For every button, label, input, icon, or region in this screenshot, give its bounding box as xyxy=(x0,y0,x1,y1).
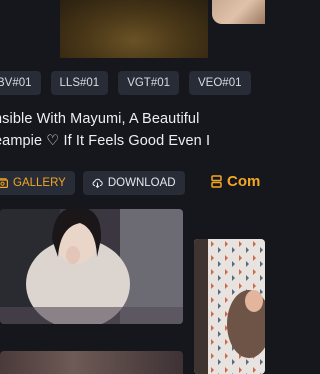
tag-chip[interactable]: LLS#01 xyxy=(50,71,109,95)
video-thumbnail[interactable] xyxy=(194,239,265,374)
download-button[interactable]: DOWNLOAD xyxy=(82,171,185,195)
cloud-download-icon xyxy=(92,178,103,188)
comments-icon xyxy=(211,175,222,188)
thumbnail-image xyxy=(194,239,265,374)
gallery-button-label: GALLERY xyxy=(13,177,66,189)
video-title: nsible With Mayumi, A Beautiful eampie ♡… xyxy=(0,108,265,152)
gallery-button[interactable]: GALLERY xyxy=(0,171,75,195)
video-title-line: nsible With Mayumi, A Beautiful xyxy=(0,111,200,127)
video-thumbnail[interactable] xyxy=(0,351,183,374)
gallery-icon xyxy=(0,178,8,188)
tag-chip[interactable]: BV#01 xyxy=(0,71,41,95)
tag-chip[interactable]: VEO#01 xyxy=(189,71,251,95)
tag-list: BV#01 LLS#01 VGT#01 VEO#01 xyxy=(0,71,251,95)
video-thumbnail[interactable] xyxy=(0,209,183,324)
comments-link[interactable]: Com xyxy=(211,173,260,190)
video-title-line: eampie ♡ If It Feels Good Even I xyxy=(0,133,211,149)
hero-thumbnail[interactable] xyxy=(212,0,265,24)
thumbnail-image xyxy=(0,209,183,324)
action-bar: GALLERY DOWNLOAD xyxy=(0,171,185,195)
hero-banner[interactable] xyxy=(0,0,265,58)
comments-label: Com xyxy=(227,173,261,190)
tag-chip[interactable]: VGT#01 xyxy=(118,71,180,95)
download-button-label: DOWNLOAD xyxy=(107,177,176,189)
hero-image[interactable] xyxy=(60,0,208,58)
